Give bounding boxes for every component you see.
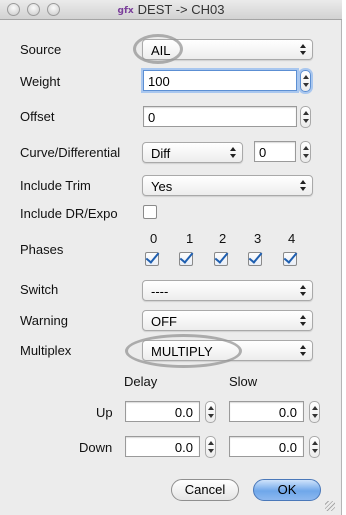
- phase-4-checkbox[interactable]: [283, 252, 297, 266]
- weight-field[interactable]: 100: [143, 70, 297, 91]
- slow-header: Slow: [229, 374, 258, 389]
- delay-header: Delay: [124, 374, 158, 389]
- multiplex-select[interactable]: MULTIPLY: [142, 340, 313, 361]
- up-label: Up: [96, 405, 113, 420]
- include-trim-value: Yes: [151, 179, 173, 194]
- multiplex-value: MULTIPLY: [151, 344, 213, 359]
- app-logo-icon: gfx: [117, 6, 134, 16]
- offset-label: Offset: [20, 109, 55, 124]
- select-arrows-icon: [300, 344, 307, 357]
- warning-value: OFF: [151, 314, 177, 329]
- warning-select[interactable]: OFF: [142, 310, 313, 331]
- window-title-group: gfx DEST -> CH03: [0, 2, 342, 17]
- source-select[interactable]: AIL: [142, 39, 313, 60]
- up-delay-value: 0.0: [174, 405, 193, 420]
- weight-value: 100: [148, 74, 170, 89]
- window-title: DEST -> CH03: [137, 2, 225, 17]
- phase-4-number: 4: [288, 231, 296, 246]
- up-slow-field[interactable]: 0.0: [229, 401, 304, 422]
- phase-2-number: 2: [219, 231, 227, 246]
- phase-3-number: 3: [254, 231, 262, 246]
- include-trim-select[interactable]: Yes: [142, 175, 313, 196]
- phase-3-checkbox[interactable]: [248, 252, 262, 266]
- select-arrows-icon: [300, 43, 307, 56]
- switch-label: Switch: [20, 282, 59, 297]
- curve-type-select[interactable]: Diff: [142, 142, 243, 163]
- weight-stepper[interactable]: [300, 70, 311, 92]
- mixer-dialog: gfx DEST -> CH03 Source AIL Weight 100 Of…: [0, 0, 342, 515]
- cancel-button[interactable]: Cancel: [171, 479, 239, 501]
- select-arrows-icon: [300, 284, 307, 297]
- multiplex-label: Multiplex: [20, 343, 72, 358]
- up-slow-stepper[interactable]: [309, 401, 320, 423]
- down-delay-value: 0.0: [174, 440, 193, 455]
- curve-label: Curve/Differential: [20, 145, 121, 160]
- include-dr-expo-label: Include DR/Expo: [20, 206, 118, 221]
- up-slow-value: 0.0: [278, 405, 297, 420]
- weight-label: Weight: [20, 74, 61, 89]
- window-edge: [342, 0, 346, 515]
- switch-select[interactable]: ----: [142, 280, 313, 301]
- curve-value: 0: [259, 145, 267, 160]
- curve-value-stepper[interactable]: [300, 141, 311, 163]
- phase-0-checkbox[interactable]: [145, 252, 159, 266]
- down-label: Down: [79, 440, 113, 455]
- phase-1-number: 1: [186, 231, 194, 246]
- down-slow-field[interactable]: 0.0: [229, 436, 304, 457]
- title-bar: gfx DEST -> CH03: [0, 0, 342, 20]
- select-arrows-icon: [300, 314, 307, 327]
- resize-grip[interactable]: [325, 501, 335, 511]
- phase-2-checkbox[interactable]: [214, 252, 228, 266]
- down-slow-stepper[interactable]: [309, 436, 320, 458]
- up-delay-field[interactable]: 0.0: [125, 401, 200, 422]
- ok-button[interactable]: OK: [253, 479, 321, 501]
- down-delay-stepper[interactable]: [205, 436, 216, 458]
- down-slow-value: 0.0: [278, 440, 297, 455]
- select-arrows-icon: [230, 146, 237, 159]
- select-arrows-icon: [300, 179, 307, 192]
- down-delay-field[interactable]: 0.0: [125, 436, 200, 457]
- include-trim-label: Include Trim: [20, 178, 91, 193]
- source-value: AIL: [151, 43, 171, 58]
- offset-field[interactable]: 0: [143, 106, 297, 127]
- offset-value: 0: [148, 110, 156, 125]
- source-label: Source: [20, 42, 62, 57]
- offset-stepper[interactable]: [300, 106, 311, 128]
- curve-type-value: Diff: [151, 146, 171, 161]
- curve-value-field[interactable]: 0: [254, 141, 296, 162]
- phase-1-checkbox[interactable]: [179, 252, 193, 266]
- include-dr-expo-checkbox[interactable]: [143, 205, 157, 219]
- warning-label: Warning: [20, 313, 68, 328]
- up-delay-stepper[interactable]: [205, 401, 216, 423]
- phases-label: Phases: [20, 242, 64, 257]
- phase-0-number: 0: [150, 231, 158, 246]
- switch-value: ----: [151, 284, 169, 299]
